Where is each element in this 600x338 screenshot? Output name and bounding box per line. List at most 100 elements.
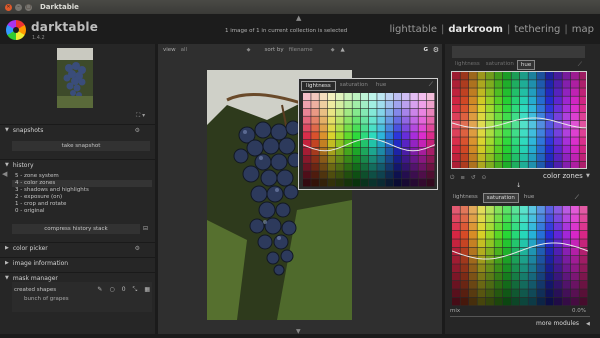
zone-cell — [528, 222, 537, 231]
collapse-caret-icon: ▼ — [5, 127, 9, 133]
zone-cell — [562, 272, 571, 281]
left-panel-toggle-icon[interactable]: ◀ — [2, 170, 7, 178]
preferences-gear-icon[interactable]: ⚙ — [433, 46, 439, 54]
zone-cell — [486, 247, 494, 256]
bottom-panel-toggle-icon[interactable]: ▼ — [296, 328, 301, 335]
tab-lightness[interactable]: lightness — [452, 60, 483, 70]
zoom-fit-icon[interactable]: ⛶ ▾ — [136, 112, 145, 120]
module-collapse-icon[interactable]: ▼ — [586, 173, 590, 179]
zone-cell — [426, 124, 435, 132]
take-snapshot-button[interactable]: take snapshot — [12, 141, 150, 151]
zone-cell — [477, 281, 486, 289]
view-tethering[interactable]: tethering — [514, 24, 560, 35]
tab-hue[interactable]: hue — [372, 81, 390, 91]
image-information-section-header[interactable]: ▶ image information — [0, 257, 155, 268]
mask-shape-item[interactable]: bunch of grapes — [24, 296, 69, 302]
zone-cell — [418, 108, 427, 116]
history-item-current[interactable]: 4 - color zones — [12, 180, 152, 187]
zone-cell — [545, 145, 554, 154]
color-picker-section-header[interactable]: ▶ color picker ⚙ — [0, 242, 155, 253]
zone-cell — [418, 163, 427, 171]
tab-saturation[interactable]: saturation — [482, 193, 519, 203]
zone-cell — [452, 281, 460, 289]
hue-zone-grid[interactable] — [451, 71, 587, 169]
tab-lightness[interactable]: lightness — [301, 81, 336, 91]
zone-cell — [494, 264, 503, 273]
saturation-zone-grid[interactable] — [452, 206, 588, 306]
history-item[interactable]: 3 - shadows and highlights — [12, 187, 152, 194]
eyedropper-icon[interactable]: ⟋ — [575, 60, 585, 70]
history-item[interactable]: 2 - exposure (on) — [12, 194, 152, 201]
eyedropper-icon[interactable]: ⟋ — [429, 81, 433, 89]
eyedropper-icon[interactable]: ⟋ — [572, 193, 582, 203]
zone-cell — [579, 145, 586, 154]
path-tool-icon[interactable]: ✎ — [97, 286, 102, 294]
history-item[interactable]: 0 - original — [12, 208, 152, 215]
maximize-window-button[interactable]: □ — [25, 3, 32, 11]
zone-cell — [554, 214, 562, 223]
settings-gear-icon[interactable]: ⚙ — [135, 127, 140, 134]
zone-cell — [327, 108, 336, 116]
mix-slider[interactable]: mix 0.0% — [450, 308, 590, 317]
zone-cell — [511, 222, 520, 231]
grouping-toggle[interactable]: G — [423, 47, 428, 53]
snapshots-section-header[interactable]: ▼ snapshots ⚙ — [0, 124, 155, 135]
zone-cell — [520, 256, 528, 264]
zone-cell — [545, 96, 554, 105]
zone-cell — [460, 112, 469, 121]
sort-direction-icon[interactable]: ▲ — [341, 47, 345, 53]
presets-icon[interactable]: ≡ — [460, 175, 465, 182]
view-lighttable[interactable]: lighttable — [390, 24, 438, 35]
more-modules-caret-icon[interactable]: ◀ — [586, 321, 590, 327]
reset-icon[interactable]: ↺ — [471, 175, 476, 182]
zone-cell — [554, 247, 562, 256]
tab-lightness[interactable]: lightness — [450, 193, 481, 203]
minimize-window-button[interactable]: – — [15, 3, 22, 11]
presets-menu-icon[interactable]: ⊙ — [482, 175, 487, 182]
top-panel-toggle-icon[interactable]: ▲ — [296, 14, 301, 22]
gradient-tool-icon[interactable]: ⤡ — [133, 286, 138, 294]
history-item[interactable]: 1 - crop and rotate — [12, 201, 152, 208]
sort-by-select[interactable]: filename — [289, 47, 331, 53]
compress-history-button[interactable]: compress history stack — [12, 224, 140, 234]
mix-slider-track[interactable] — [450, 316, 590, 317]
zone-cell — [554, 206, 562, 214]
zone-cell — [571, 129, 579, 137]
zone-cell — [528, 256, 537, 264]
module-toggle-icon[interactable]: ⏻ — [450, 175, 454, 182]
zone-cell — [486, 88, 494, 96]
zone-cell — [377, 124, 385, 132]
zone-cell — [571, 104, 579, 113]
tab-hue[interactable]: hue — [516, 60, 536, 70]
zone-cell — [579, 297, 588, 306]
zone-cell — [452, 297, 460, 306]
popup-color-grid[interactable] — [302, 93, 436, 187]
zone-cell — [554, 80, 562, 88]
zone-cell — [311, 93, 319, 101]
zone-cell — [469, 231, 477, 239]
zone-cell — [503, 104, 511, 113]
zone-cell — [571, 161, 579, 168]
zone-cell — [418, 124, 427, 132]
brush-tool-icon[interactable]: ▦ — [144, 286, 150, 294]
zone-cell — [554, 129, 562, 137]
close-window-button[interactable]: ✕ — [5, 3, 12, 11]
chevron-down-icon: ◆ — [246, 47, 251, 53]
view-filter-select[interactable]: all — [181, 47, 247, 53]
more-modules-button[interactable]: more modules — [536, 320, 579, 327]
circle-tool-icon[interactable]: ○ — [109, 286, 114, 294]
history-section-header[interactable]: ▼ history — [0, 159, 155, 170]
lock-icon[interactable]: ⊟ — [143, 225, 148, 232]
tab-saturation[interactable]: saturation — [483, 60, 517, 70]
zone-cell — [571, 231, 579, 239]
zone-cell — [520, 297, 528, 306]
settings-gear-icon[interactable]: ⚙ — [135, 245, 140, 252]
history-item[interactable]: 5 - zone system — [12, 173, 152, 180]
tab-hue[interactable]: hue — [521, 193, 537, 203]
zone-cell — [503, 222, 511, 231]
tab-saturation[interactable]: saturation — [336, 81, 372, 91]
view-map[interactable]: map — [572, 24, 594, 35]
navigation-thumbnail[interactable] — [57, 48, 93, 108]
view-darkroom[interactable]: darkroom — [448, 24, 503, 35]
ellipse-tool-icon[interactable]: 0 — [122, 286, 126, 294]
